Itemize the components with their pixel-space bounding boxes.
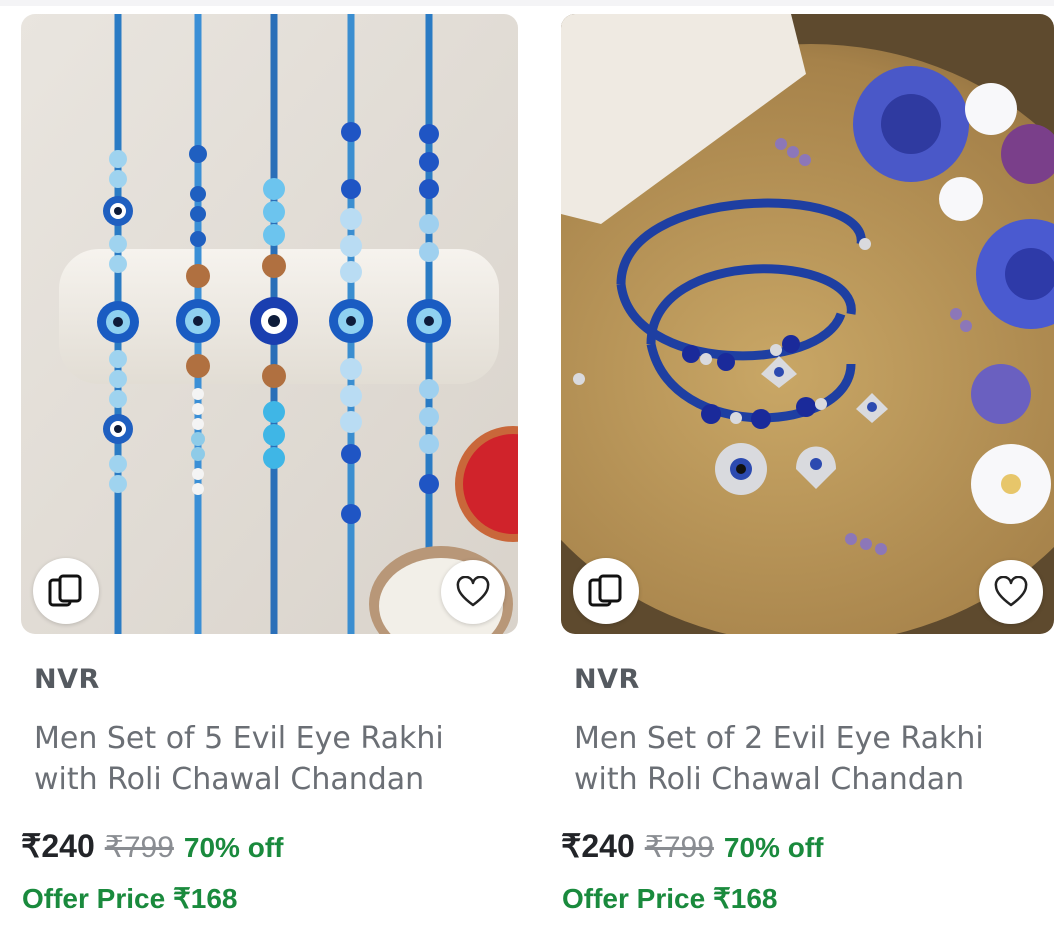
original-price: ₹799 bbox=[104, 831, 174, 864]
view-similar-icon bbox=[588, 574, 622, 607]
product-image[interactable] bbox=[21, 14, 518, 634]
wishlist-button[interactable] bbox=[979, 560, 1043, 624]
product-image[interactable] bbox=[561, 14, 1054, 634]
heart-icon bbox=[994, 576, 1028, 607]
offer-price: Offer Price ₹168 bbox=[562, 883, 778, 914]
discount-label: 70% off bbox=[723, 832, 824, 863]
product-title[interactable]: Men Set of 2 Evil Eye Rakhi with Roli Ch… bbox=[574, 718, 1044, 800]
view-similar-button[interactable] bbox=[33, 558, 99, 624]
product-brand: NVR bbox=[34, 664, 100, 695]
product-brand: NVR bbox=[574, 664, 640, 695]
product-title[interactable]: Men Set of 5 Evil Eye Rakhi with Roli Ch… bbox=[34, 718, 504, 800]
view-similar-button[interactable] bbox=[573, 558, 639, 624]
price-row: ₹240 ₹799 70% off bbox=[21, 827, 283, 865]
price-row: ₹240 ₹799 70% off bbox=[561, 827, 823, 865]
product-card[interactable]: NVR Men Set of 5 Evil Eye Rakhi with Rol… bbox=[21, 14, 518, 934]
product-grid: NVR Men Set of 5 Evil Eye Rakhi with Rol… bbox=[0, 0, 1054, 940]
wishlist-button[interactable] bbox=[441, 560, 505, 624]
rakhi-set-of-5-photo bbox=[21, 14, 518, 634]
selling-price: ₹240 bbox=[561, 828, 635, 864]
view-similar-icon bbox=[48, 574, 82, 607]
selling-price: ₹240 bbox=[21, 828, 95, 864]
offer-price: Offer Price ₹168 bbox=[22, 883, 238, 914]
rakhi-set-of-2-photo bbox=[561, 14, 1054, 634]
discount-label: 70% off bbox=[183, 832, 284, 863]
original-price: ₹799 bbox=[644, 831, 714, 864]
heart-icon bbox=[456, 576, 490, 607]
product-card[interactable]: NVR Men Set of 2 Evil Eye Rakhi with Rol… bbox=[561, 14, 1054, 934]
